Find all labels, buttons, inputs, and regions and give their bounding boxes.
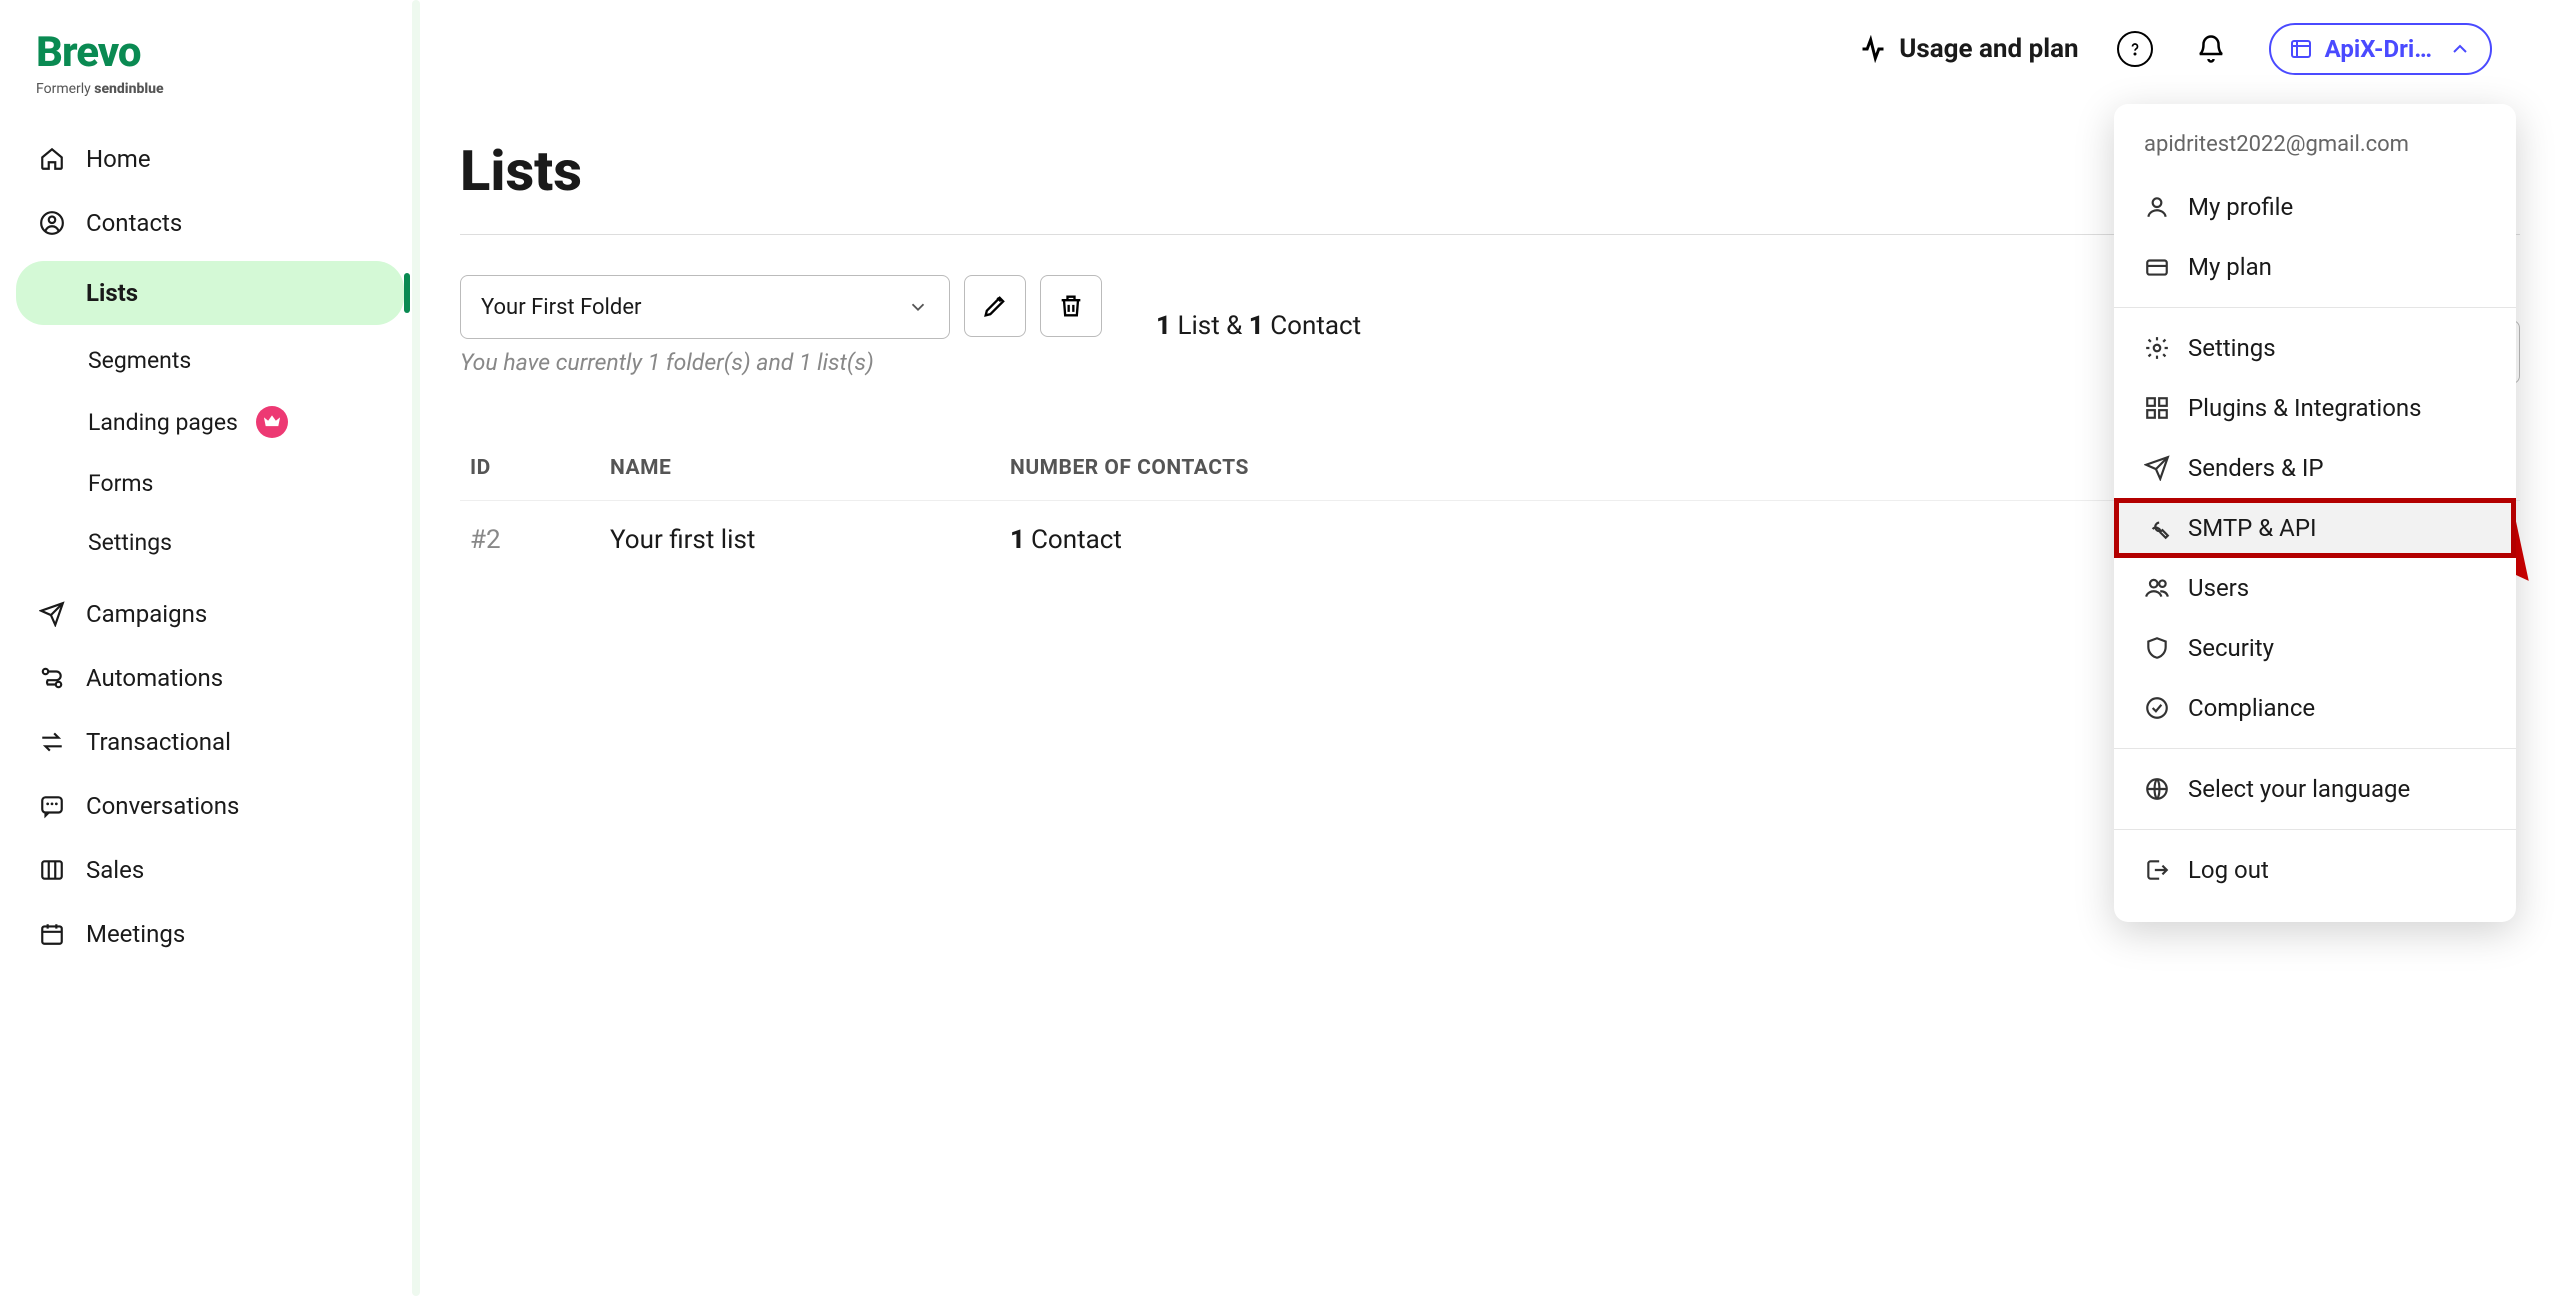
home-icon	[38, 145, 66, 173]
grid-icon	[2144, 395, 2170, 421]
trash-icon	[1057, 292, 1085, 320]
pencil-icon	[981, 292, 1009, 320]
send-icon	[38, 600, 66, 628]
dropdown-item-logout[interactable]: Log out	[2114, 840, 2516, 900]
table-header-id: ID	[470, 456, 610, 480]
chevron-down-icon	[907, 296, 929, 318]
sidebar-item-label: Settings	[88, 529, 172, 556]
sidebar-item-segments[interactable]: Segments	[16, 331, 404, 390]
dropdown-item-smtp-api[interactable]: SMTP & API	[2114, 498, 2516, 558]
sidebar-item-conversations[interactable]: Conversations	[16, 774, 404, 838]
sidebar-item-sales[interactable]: Sales	[16, 838, 404, 902]
dropdown-item-compliance[interactable]: Compliance	[2114, 678, 2516, 738]
chat-icon	[38, 792, 66, 820]
edit-folder-button[interactable]	[964, 275, 1026, 337]
dropdown-item-settings[interactable]: Settings	[2114, 318, 2516, 378]
sidebar-item-label: Home	[86, 145, 151, 173]
usage-label: Usage and plan	[1899, 34, 2078, 64]
sidebar-item-label: Campaigns	[86, 600, 207, 628]
sidebar-item-lists[interactable]: . Lists	[16, 261, 404, 325]
logo-text: Brevo	[36, 28, 384, 77]
main-content: Usage and plan ApiX-Dri… Lists Your Firs…	[420, 0, 2560, 1296]
sidebar-item-label: Segments	[88, 347, 191, 374]
shield-icon	[2144, 635, 2170, 661]
dropdown-item-language[interactable]: Select your language	[2114, 759, 2516, 819]
folder-subtext: You have currently 1 folder(s) and 1 lis…	[460, 349, 950, 376]
logo-subline: Formerly sendinblue	[36, 81, 384, 97]
calendar-icon	[38, 920, 66, 948]
users-icon	[2144, 575, 2170, 601]
cell-id: #2	[470, 525, 610, 555]
dropdown-item-security[interactable]: Security	[2114, 618, 2516, 678]
arrows-icon	[38, 728, 66, 756]
sidebar-item-contacts[interactable]: Contacts	[16, 191, 404, 255]
help-button[interactable]	[2117, 31, 2153, 67]
dropdown-item-label: SMTP & API	[2188, 514, 2316, 542]
account-label: ApiX-Dri…	[2325, 35, 2432, 63]
sidebar-item-home[interactable]: Home	[16, 127, 404, 191]
dropdown-item-label: Settings	[2188, 334, 2276, 362]
dropdown-item-users[interactable]: Users	[2114, 558, 2516, 618]
wrench-icon	[2144, 515, 2170, 541]
topbar: Usage and plan ApiX-Dri…	[460, 0, 2520, 98]
sidebar-item-label: Meetings	[86, 920, 185, 948]
dropdown-item-label: Log out	[2188, 856, 2269, 884]
cell-name: Your first list	[610, 525, 1010, 555]
notifications-button[interactable]	[2191, 29, 2231, 69]
folder-select[interactable]: Your First Folder	[460, 275, 950, 339]
sidebar-item-label: Lists	[86, 279, 138, 307]
board-icon	[38, 856, 66, 884]
dropdown-item-label: My plan	[2188, 253, 2272, 281]
table-header-name: NAME	[610, 456, 1010, 480]
sidebar-item-forms[interactable]: Forms	[16, 454, 404, 513]
card-icon	[2144, 254, 2170, 280]
person-circle-icon	[38, 209, 66, 237]
sidebar-item-label: Forms	[88, 470, 153, 497]
sidebar-item-label: Landing pages	[88, 409, 238, 436]
account-menu-button[interactable]: ApiX-Dri…	[2269, 23, 2492, 75]
sidebar-item-label: Sales	[86, 856, 144, 884]
dropdown-item-label: Security	[2188, 634, 2274, 662]
dropdown-item-label: Senders & IP	[2188, 454, 2324, 482]
dropdown-separator	[2114, 829, 2516, 830]
dropdown-item-label: My profile	[2188, 193, 2293, 221]
dropdown-separator	[2114, 307, 2516, 308]
check-circle-icon	[2144, 695, 2170, 721]
sidebar-item-transactional[interactable]: Transactional	[16, 710, 404, 774]
dropdown-item-label: Users	[2188, 574, 2249, 602]
crown-badge-icon	[256, 406, 288, 438]
sidebar-item-automations[interactable]: Automations	[16, 646, 404, 710]
folder-selected-label: Your First Folder	[481, 295, 641, 320]
sidebar-item-meetings[interactable]: Meetings	[16, 902, 404, 966]
list-count-text: 1 List & 1 Contact	[1156, 311, 1361, 341]
dropdown-item-plugins[interactable]: Plugins & Integrations	[2114, 378, 2516, 438]
sidebar-item-label: Contacts	[86, 209, 182, 237]
delete-folder-button[interactable]	[1040, 275, 1102, 337]
sidebar-item-label: Automations	[86, 664, 223, 692]
logo-block: Brevo Formerly sendinblue	[16, 20, 404, 127]
dropdown-separator	[2114, 748, 2516, 749]
logout-icon	[2144, 857, 2170, 883]
person-icon	[2144, 194, 2170, 220]
dropdown-item-my-plan[interactable]: My plan	[2114, 237, 2516, 297]
dropdown-email: apidritest2022@gmail.com	[2114, 126, 2516, 177]
gear-icon	[2144, 335, 2170, 361]
sidebar: Brevo Formerly sendinblue Home Contacts …	[0, 0, 420, 1296]
sidebar-item-settings[interactable]: Settings	[16, 513, 404, 572]
sidebar-item-campaigns[interactable]: Campaigns	[16, 582, 404, 646]
automation-icon	[38, 664, 66, 692]
globe-icon	[2144, 776, 2170, 802]
sidebar-item-landing-pages[interactable]: Landing pages	[16, 390, 404, 454]
sidebar-item-label: Transactional	[86, 728, 231, 756]
chevron-up-icon	[2448, 37, 2472, 61]
send-icon	[2144, 455, 2170, 481]
dropdown-item-my-profile[interactable]: My profile	[2114, 177, 2516, 237]
sidebar-item-label: Conversations	[86, 792, 239, 820]
dropdown-item-label: Plugins & Integrations	[2188, 394, 2422, 422]
usage-and-plan-button[interactable]: Usage and plan	[1859, 34, 2078, 64]
dropdown-item-label: Compliance	[2188, 694, 2315, 722]
account-dropdown: apidritest2022@gmail.com My profile My p…	[2114, 104, 2516, 922]
dropdown-item-senders[interactable]: Senders & IP	[2114, 438, 2516, 498]
dropdown-item-label: Select your language	[2188, 775, 2410, 803]
